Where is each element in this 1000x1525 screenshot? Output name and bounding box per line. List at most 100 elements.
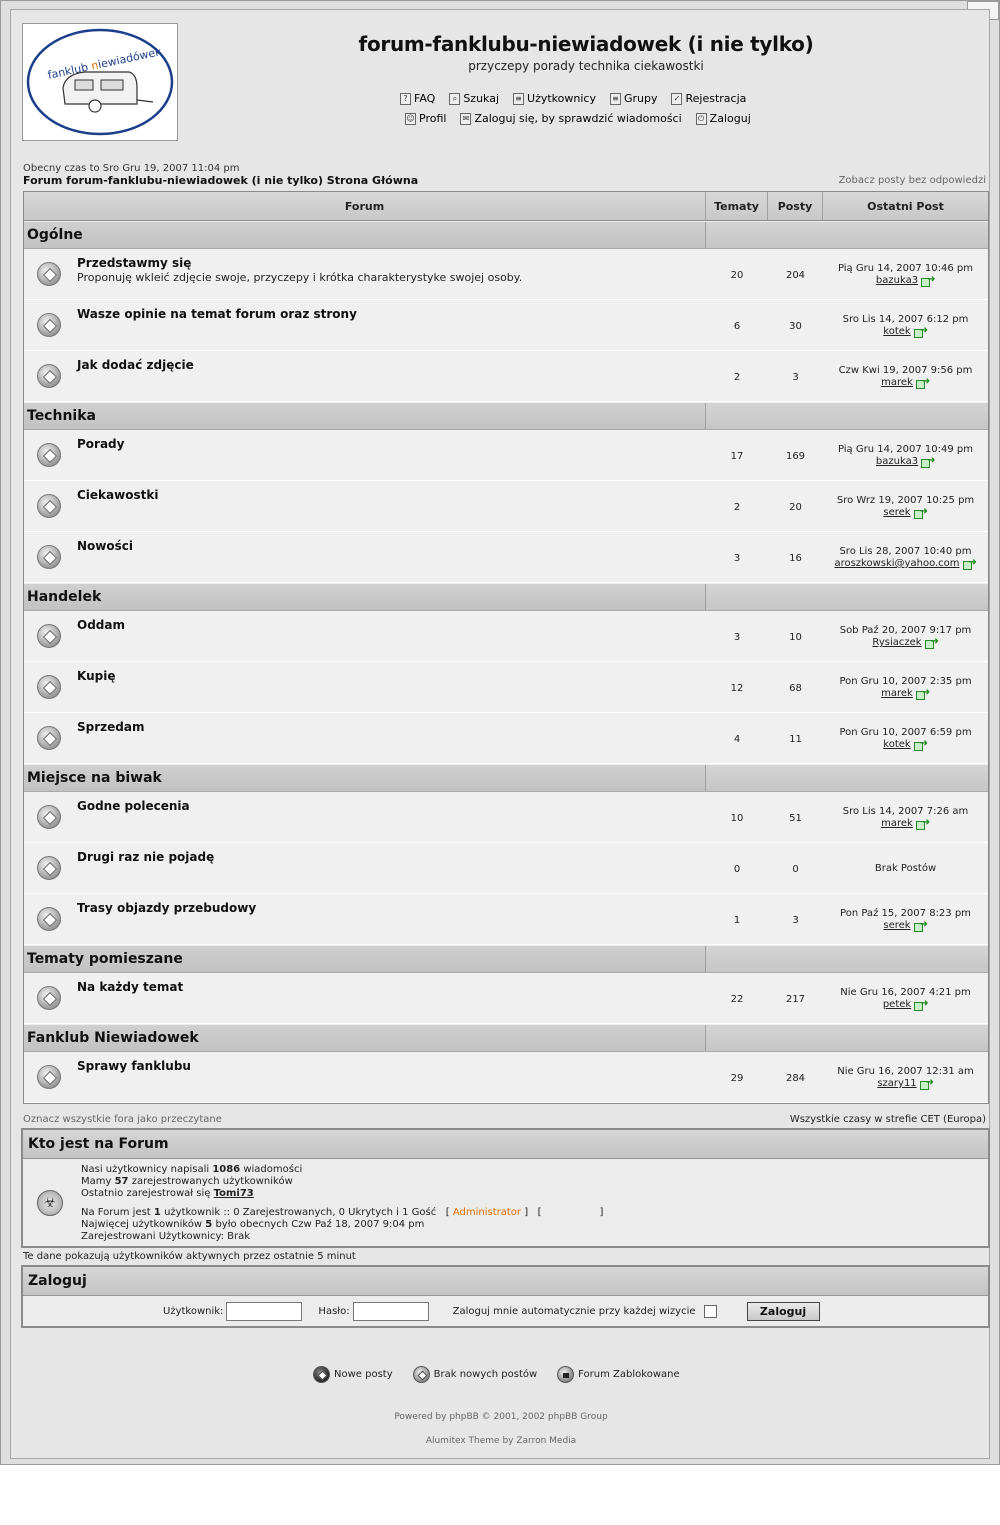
category-name[interactable]: Ogólne xyxy=(24,222,706,248)
forum-status xyxy=(24,792,74,842)
last-post-author[interactable]: bazuka3 xyxy=(876,275,918,287)
site-logo[interactable]: fanklub niewiadówek xyxy=(22,23,178,141)
view-latest-post-icon[interactable] xyxy=(915,687,930,700)
last-post: Sro Lis 28, 2007 10:40 pm aroszkowski@yah… xyxy=(823,532,988,582)
view-latest-post-icon[interactable] xyxy=(913,919,928,932)
stat-online-now: Na Forum jest 1 użytkownik :: 0 Zarejest… xyxy=(81,1207,604,1218)
forum-name-link[interactable]: Sprawy fanklubu xyxy=(77,1059,706,1073)
nav-register[interactable]: ✓ Rejestracja xyxy=(671,92,746,105)
forum-name-link[interactable]: Godne polecenia xyxy=(77,799,706,813)
forum-name-link[interactable]: Porady xyxy=(77,437,706,451)
last-post-author[interactable]: serek xyxy=(883,507,910,519)
forum-row: Drugi raz nie pojadę 0 0 Brak Postów xyxy=(24,843,988,894)
nav-login[interactable]: ⏻ Zaloguj xyxy=(695,112,751,125)
current-time: Obecny czas to Sro Gru 19, 2007 11:04 pm xyxy=(23,163,240,174)
forum-row: Nowości 3 16 Sro Lis 28, 2007 10:40 pm arosz… xyxy=(24,532,988,583)
last-post-author[interactable]: serek xyxy=(883,920,910,932)
stat-max-online: Najwięcej użytkowników 5 było obecnych C… xyxy=(81,1219,425,1230)
forum-status xyxy=(24,300,74,350)
view-latest-post-icon[interactable] xyxy=(921,455,935,468)
forum-row: Ciekawostki 2 20 Sro Wrz 19, 2007 10:25 pm s… xyxy=(24,481,988,532)
legend-locked: Forum Zablokowane xyxy=(557,1366,680,1383)
forum-status xyxy=(24,843,74,893)
stat-registered-online: Zarejestrowani Użytkownicy: Brak xyxy=(81,1231,251,1242)
forum-name-link[interactable]: Sprzedam xyxy=(77,720,706,734)
last-post-author[interactable]: bazuka3 xyxy=(876,456,918,468)
last-post-author[interactable]: kotek xyxy=(883,326,910,338)
breadcrumb[interactable]: Forum forum-fanklubu-niewiadowek (i nie … xyxy=(23,174,418,187)
forum-name-link[interactable]: Ciekawostki xyxy=(77,488,706,502)
last-post-author[interactable]: Rysiaczek xyxy=(872,637,921,649)
category-name[interactable]: Tematy pomieszane xyxy=(24,946,706,972)
category-row: Handelek xyxy=(24,583,988,611)
category-name[interactable]: Miejsce na biwak xyxy=(24,765,706,791)
nav-search[interactable]: ⌕ Szukaj xyxy=(449,92,499,105)
view-latest-post-icon[interactable] xyxy=(914,998,929,1011)
post-count: 169 xyxy=(785,450,806,462)
forum-name-link[interactable]: Oddam xyxy=(77,618,706,632)
topic-count: 12 xyxy=(730,682,744,694)
autologin-checkbox[interactable] xyxy=(703,1305,717,1318)
forum-name-link[interactable]: Na każdy temat xyxy=(77,980,706,994)
view-latest-post-icon[interactable] xyxy=(915,817,930,830)
forum-name-link[interactable]: Jak dodać zdjęcie xyxy=(77,358,706,372)
topic-count: 29 xyxy=(730,1072,744,1084)
last-post-author[interactable]: kotek xyxy=(883,739,910,751)
view-latest-post-icon[interactable] xyxy=(913,738,928,751)
faq-icon: ? xyxy=(400,92,411,105)
category-filler xyxy=(706,946,988,972)
forum-row: Wasze opinie na temat forum oraz strony 6… xyxy=(24,300,988,351)
post-count: 284 xyxy=(785,1072,806,1084)
last-post-author[interactable]: petek xyxy=(883,999,911,1011)
last-post-author[interactable]: marek xyxy=(881,688,913,700)
post-count: 68 xyxy=(789,682,802,694)
newest-user-link[interactable]: Tomi73 xyxy=(214,1188,254,1199)
autologin-label: Zaloguj mnie automatycznie przy każdej w… xyxy=(452,1306,696,1317)
post-count: 16 xyxy=(789,552,802,564)
nav-faq[interactable]: ? FAQ xyxy=(400,92,435,105)
forum-info: Przedstawmy się Proponuję wkleić zdjęcie … xyxy=(74,249,706,299)
nav-groups[interactable]: ≡ Grupy xyxy=(609,92,657,105)
members-icon: ≡ xyxy=(513,92,525,105)
view-latest-post-icon[interactable] xyxy=(924,636,939,649)
forum-name-link[interactable]: Przedstawmy się xyxy=(77,256,706,270)
category-name[interactable]: Fanklub Niewiadowek xyxy=(24,1025,706,1051)
forum-row: Kupię 12 68 Pon Gru 10, 2007 2:35 pm marek xyxy=(24,662,988,713)
theme-credit[interactable]: Alumitex Theme by Zarron Media xyxy=(11,1436,991,1446)
login-form: Użytkownik: Hasło: Zaloguj mnie automaty… xyxy=(163,1302,820,1321)
view-latest-post-icon[interactable] xyxy=(915,376,930,389)
who-is-online-box: Kto jest na Forum ☣ Nasi użytkownicy nap… xyxy=(21,1128,990,1248)
register-icon: ✓ xyxy=(671,92,683,105)
powered-by[interactable]: Powered by phpBB © 2001, 2002 phpBB Grou… xyxy=(11,1412,991,1422)
col-forum: Forum xyxy=(24,192,706,220)
password-input[interactable] xyxy=(352,1302,429,1321)
last-post-author[interactable]: szary11 xyxy=(877,1078,916,1090)
no-new-posts-icon xyxy=(37,443,61,467)
nav-profile[interactable]: ☺ Profil xyxy=(405,112,446,125)
last-post-author[interactable]: marek xyxy=(881,818,913,830)
category-name[interactable]: Handelek xyxy=(24,584,706,610)
forum-name-link[interactable]: Kupię xyxy=(77,669,706,683)
forum-row: Godne polecenia 10 51 Sro Lis 14, 2007 7:26… xyxy=(24,792,988,843)
forum-name-link[interactable]: Trasy objazdy przebudowy xyxy=(77,901,706,915)
forum-name-link[interactable]: Drugi raz nie pojadę xyxy=(77,850,706,864)
forum-name-link[interactable]: Wasze opinie na temat forum oraz strony xyxy=(77,307,706,321)
username-input[interactable] xyxy=(226,1302,303,1321)
category-name[interactable]: Technika xyxy=(24,403,706,429)
view-latest-post-icon[interactable] xyxy=(962,557,977,570)
view-latest-post-icon[interactable] xyxy=(913,506,928,519)
view-latest-post-icon[interactable] xyxy=(913,325,928,338)
login-box: Zaloguj Użytkownik: Hasło: Zaloguj mnie … xyxy=(21,1265,990,1328)
unanswered-posts-link[interactable]: Zobacz posty bez odpowiedzi xyxy=(839,175,986,186)
view-latest-post-icon[interactable] xyxy=(919,1077,934,1090)
nav-members[interactable]: ≡ Użytkownicy xyxy=(513,92,596,105)
stat-newest-user: Ostatnio zarejestrował się Tomi73 xyxy=(81,1188,254,1199)
login-button[interactable]: Zaloguj xyxy=(746,1302,820,1321)
forum-name-link[interactable]: Nowości xyxy=(77,539,706,553)
last-post-author[interactable]: aroszkowski@yahoo.com xyxy=(834,558,959,570)
last-post-author[interactable]: marek xyxy=(881,377,913,389)
mark-all-read-link[interactable]: Oznacz wszystkie fora jako przeczytane xyxy=(23,1114,222,1125)
view-latest-post-icon[interactable] xyxy=(921,274,935,287)
nav-messages[interactable]: ✉ Zaloguj się, by sprawdzić wiadomości xyxy=(460,112,682,125)
who-is-online-icon: ☣ xyxy=(37,1190,63,1216)
